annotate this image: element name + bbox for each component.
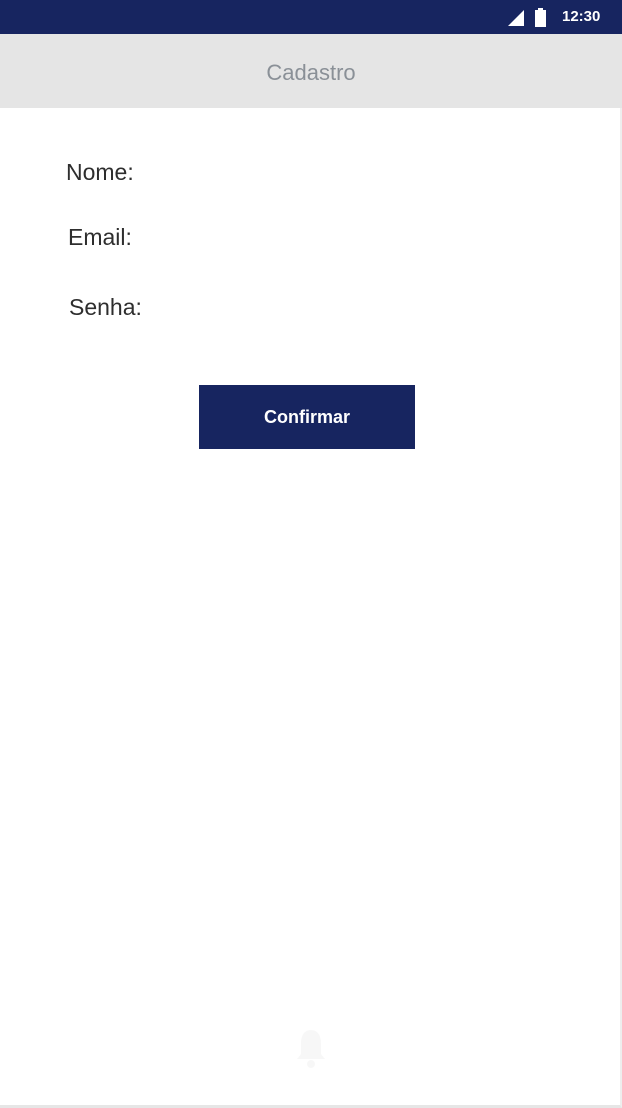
- signal-icon: [508, 10, 524, 26]
- status-bar: 12:30: [0, 0, 622, 34]
- status-time: 12:30: [562, 8, 601, 25]
- password-field[interactable]: [162, 291, 568, 323]
- page-title: Cadastro: [266, 60, 356, 85]
- bell-icon: [297, 1030, 325, 1068]
- signup-screen: 12:30 Cadastro Nome: Email: Senha: Confi…: [0, 0, 622, 1108]
- confirm-button[interactable]: Confirmar: [199, 385, 415, 449]
- name-field[interactable]: [160, 156, 568, 188]
- app-bar: Cadastro: [0, 34, 622, 108]
- battery-icon: [535, 8, 546, 27]
- email-label: Email:: [68, 224, 132, 250]
- password-label: Senha:: [69, 294, 142, 320]
- name-label: Nome:: [66, 159, 134, 185]
- email-field[interactable]: [155, 221, 568, 253]
